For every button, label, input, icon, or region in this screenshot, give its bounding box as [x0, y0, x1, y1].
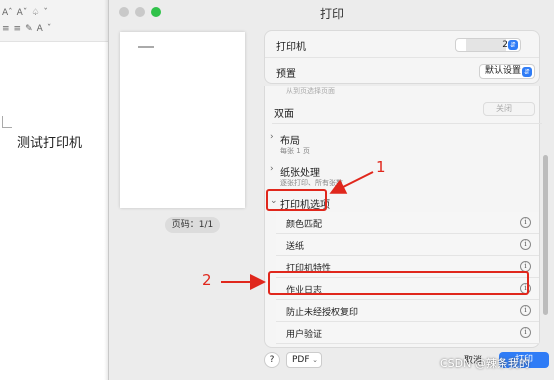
annotation-arrow-1: [329, 171, 374, 194]
annotation-arrows: [221, 171, 374, 290]
watermark: CSDN @辣条我的: [440, 357, 530, 370]
